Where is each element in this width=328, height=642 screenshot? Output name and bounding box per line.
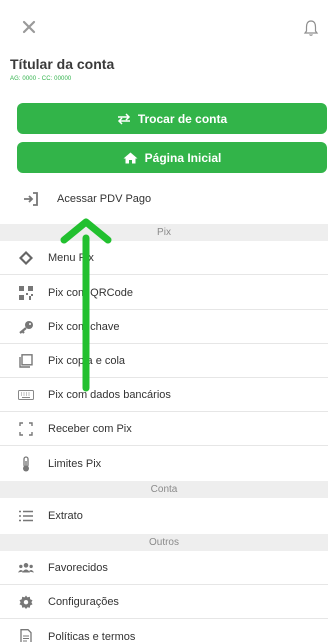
menu-item-label: Receber com Pix: [48, 423, 132, 435]
menu-item-menu-pix[interactable]: Menu Pix: [0, 242, 328, 275]
scan-frame-icon: [18, 421, 34, 437]
menu-item-label: Pix com chave: [48, 321, 120, 333]
section-header-outros: Outros: [0, 534, 328, 551]
menu-item-label: Limites Pix: [48, 457, 102, 470]
menu-item-pix-chave[interactable]: Pix com chave: [0, 311, 328, 344]
menu-item-label: Pix com QRCode: [48, 287, 133, 299]
menu-item-label: Extrato: [48, 509, 83, 522]
document-icon: [18, 629, 34, 642]
menu-item-pix-dados-bancarios[interactable]: Pix com dados bancários: [0, 379, 328, 412]
pdv-menu-label: Acessar PDV Pago: [57, 192, 152, 205]
menu-item-configuracoes[interactable]: Configurações: [0, 586, 328, 619]
menu-item-label: Menu Pix: [48, 252, 94, 264]
menu-item-label: Políticas e termos: [48, 630, 136, 642]
keyboard-icon: [18, 387, 34, 403]
qrcode-icon: [18, 285, 34, 301]
menu-item-label: Configurações: [48, 596, 119, 608]
close-icon[interactable]: [22, 20, 36, 34]
section-header-pix: Pix: [0, 224, 328, 241]
home-page-button[interactable]: Página Inicial: [17, 142, 327, 173]
bell-icon[interactable]: [303, 19, 319, 37]
account-holder-title: Títular da conta: [10, 56, 115, 72]
pix-diamond-icon: [18, 250, 34, 266]
list-icon: [18, 508, 34, 524]
switch-account-label: Trocar de conta: [137, 111, 228, 126]
account-number-info: AG: 0000 - CC: 00000: [10, 76, 72, 82]
thermometer-icon: [18, 455, 34, 472]
menu-item-politicas-termos[interactable]: Políticas e termos: [0, 620, 328, 642]
copy-icon: [18, 353, 34, 369]
menu-item-extrato[interactable]: Extrato: [0, 499, 328, 532]
switch-account-button[interactable]: Trocar de conta: [17, 103, 327, 134]
key-icon: [18, 319, 34, 335]
menu-item-pix-copia-cola[interactable]: Pix copia e cola: [0, 345, 328, 378]
pdv-menu-item[interactable]: Acessar PDV Pago: [0, 182, 328, 215]
swap-arrows-icon: [117, 112, 130, 125]
home-icon: [123, 152, 138, 163]
menu-item-label: Pix com dados bancários: [48, 389, 171, 401]
users-icon: [18, 560, 34, 576]
menu-item-pix-qrcode[interactable]: Pix com QRCode: [0, 277, 328, 310]
side-menu-panel: Títular da conta AG: 0000 - CC: 00000 Tr…: [0, 0, 328, 642]
menu-top-bar: [0, 0, 328, 50]
home-page-label: Página Inicial: [144, 150, 222, 165]
menu-item-favorecidos[interactable]: Favorecidos: [0, 552, 328, 585]
menu-item-label: Pix copia e cola: [48, 355, 126, 367]
sign-in-icon: [23, 191, 39, 207]
section-header-conta: Conta: [0, 481, 328, 498]
gear-icon: [18, 594, 34, 610]
menu-item-receber-pix[interactable]: Receber com Pix: [0, 413, 328, 446]
menu-item-limites-pix[interactable]: Limites Pix: [0, 447, 328, 480]
menu-item-label: Favorecidos: [48, 562, 108, 574]
